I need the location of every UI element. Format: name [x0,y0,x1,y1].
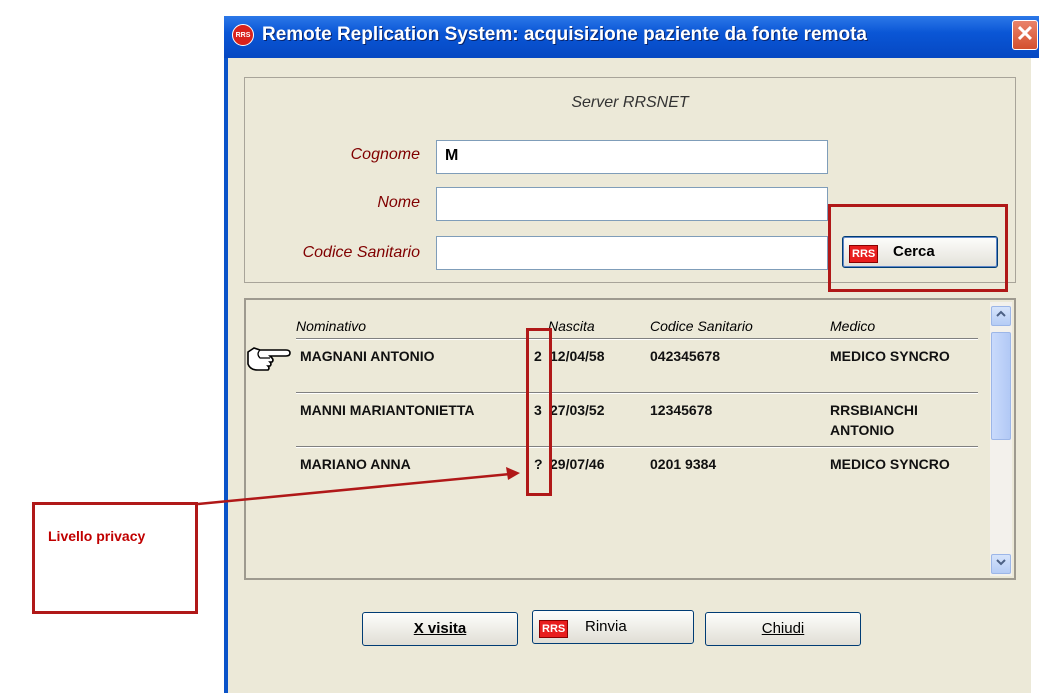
annotation-arrow [197,467,520,506]
